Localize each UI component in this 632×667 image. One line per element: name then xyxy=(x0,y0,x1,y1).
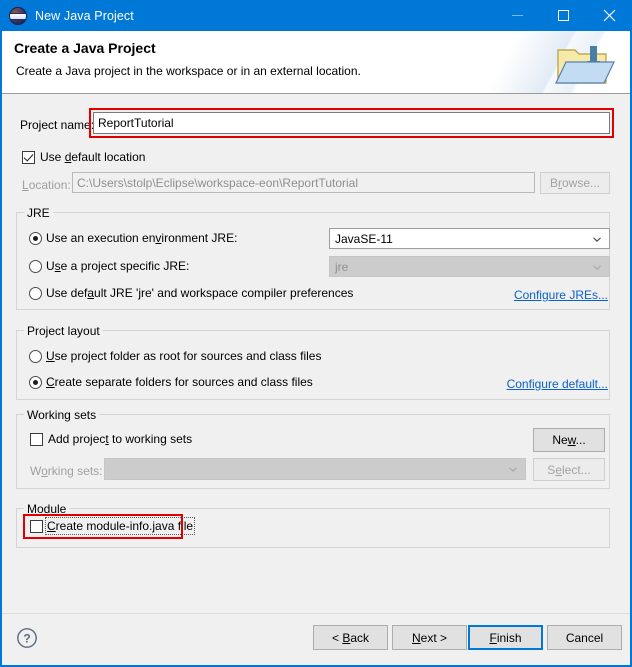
chevron-down-icon xyxy=(509,467,517,472)
window-controls xyxy=(494,0,632,31)
jre-option-execution-environment[interactable]: Use an execution environment JRE: xyxy=(29,231,237,245)
location-label: Location: xyxy=(22,178,71,192)
module-group-title: Module xyxy=(24,502,70,516)
create-module-info-checkbox[interactable] xyxy=(30,519,43,533)
location-input: C:\Users\stolp\Eclipse\workspace-eon\Rep… xyxy=(72,172,535,193)
eclipse-logo-icon xyxy=(10,7,26,24)
jre-default-radio[interactable] xyxy=(29,286,42,300)
page-title: Create a Java Project xyxy=(14,40,156,56)
configure-default-link[interactable]: Configure default... xyxy=(507,377,608,391)
cancel-button[interactable]: Cancel xyxy=(547,625,622,650)
new-working-set-button[interactable]: New... xyxy=(533,428,605,452)
jre-execution-environment-radio[interactable] xyxy=(29,231,42,245)
dialog-body: Project name: ReportTutorial Use default… xyxy=(2,94,630,613)
wizard-header: Create a Java Project Create a Java proj… xyxy=(2,31,630,93)
help-icon[interactable]: ? xyxy=(16,627,38,652)
execution-environment-combo[interactable]: JavaSE-11 xyxy=(329,228,610,249)
select-working-set-button: Select... xyxy=(533,458,605,481)
back-button[interactable]: < Back xyxy=(313,625,388,650)
jre-default-label: Use default JRE 'jre' and workspace comp… xyxy=(46,286,354,300)
finish-button[interactable]: Finish xyxy=(468,625,543,650)
configure-jres-link[interactable]: Configure JREs... xyxy=(514,288,608,302)
window-title: New Java Project xyxy=(35,8,134,23)
jre-project-specific-label: Use a project specific JRE: xyxy=(46,259,190,273)
svg-text:?: ? xyxy=(23,632,30,646)
jre-option-default[interactable]: Use default JRE 'jre' and workspace comp… xyxy=(29,286,353,300)
browse-button: Browse... xyxy=(540,172,610,194)
jre-execution-environment-label: Use an execution environment JRE: xyxy=(46,231,238,245)
working-sets-group-title: Working sets xyxy=(24,408,100,422)
jre-group-title: JRE xyxy=(24,206,53,220)
use-default-location-checkbox[interactable] xyxy=(22,150,35,164)
jre-option-project-specific[interactable]: Use a project specific JRE: xyxy=(29,259,189,273)
close-icon[interactable] xyxy=(586,0,632,31)
project-name-input[interactable]: ReportTutorial xyxy=(93,112,610,134)
jre-project-specific-radio[interactable] xyxy=(29,259,42,273)
page-description: Create a Java project in the workspace o… xyxy=(16,64,361,78)
layout-option-project-folder-root[interactable]: Use project folder as root for sources a… xyxy=(29,349,321,363)
new-java-project-dialog: New Java Project Create a Java Project C… xyxy=(0,0,632,667)
add-to-working-sets-row[interactable]: Add project to working sets xyxy=(30,432,192,446)
footer-separator xyxy=(2,613,630,614)
project-specific-jre-value: jre xyxy=(335,259,349,274)
working-sets-combo xyxy=(104,458,526,480)
project-specific-jre-combo: jre xyxy=(329,256,610,277)
execution-environment-value: JavaSE-11 xyxy=(335,231,393,246)
layout-separate-folders-label: Create separate folders for sources and … xyxy=(46,375,313,389)
working-sets-label: Working sets: xyxy=(30,464,103,478)
next-button[interactable]: Next > xyxy=(392,625,467,650)
dialog-footer: ? < Back Next > Finish Cancel xyxy=(2,613,630,663)
location-value: C:\Users\stolp\Eclipse\workspace-eon\Rep… xyxy=(77,175,358,190)
chevron-down-icon xyxy=(593,236,601,242)
create-module-info-row[interactable]: Create module-info.java file xyxy=(30,517,196,535)
layout-project-folder-label: Use project folder as root for sources a… xyxy=(46,349,322,363)
minimize-icon[interactable] xyxy=(494,0,540,31)
project-name-label: Project name: xyxy=(20,118,95,132)
create-module-info-label: Create module-info.java file xyxy=(44,517,196,535)
chevron-down-icon xyxy=(593,264,601,270)
layout-project-folder-radio[interactable] xyxy=(29,349,42,363)
project-layout-group-title: Project layout xyxy=(24,324,103,338)
use-default-location-label: Use default location xyxy=(40,150,146,164)
add-to-working-sets-checkbox[interactable] xyxy=(30,432,43,446)
new-java-project-folder-icon xyxy=(554,40,616,88)
project-name-value: ReportTutorial xyxy=(98,116,174,130)
title-bar: New Java Project xyxy=(0,0,632,31)
maximize-icon[interactable] xyxy=(540,0,586,31)
use-default-location-row[interactable]: Use default location xyxy=(22,150,145,164)
add-to-working-sets-label: Add project to working sets xyxy=(48,432,193,446)
layout-option-separate-folders[interactable]: Create separate folders for sources and … xyxy=(29,375,313,389)
layout-separate-folders-radio[interactable] xyxy=(29,375,42,389)
